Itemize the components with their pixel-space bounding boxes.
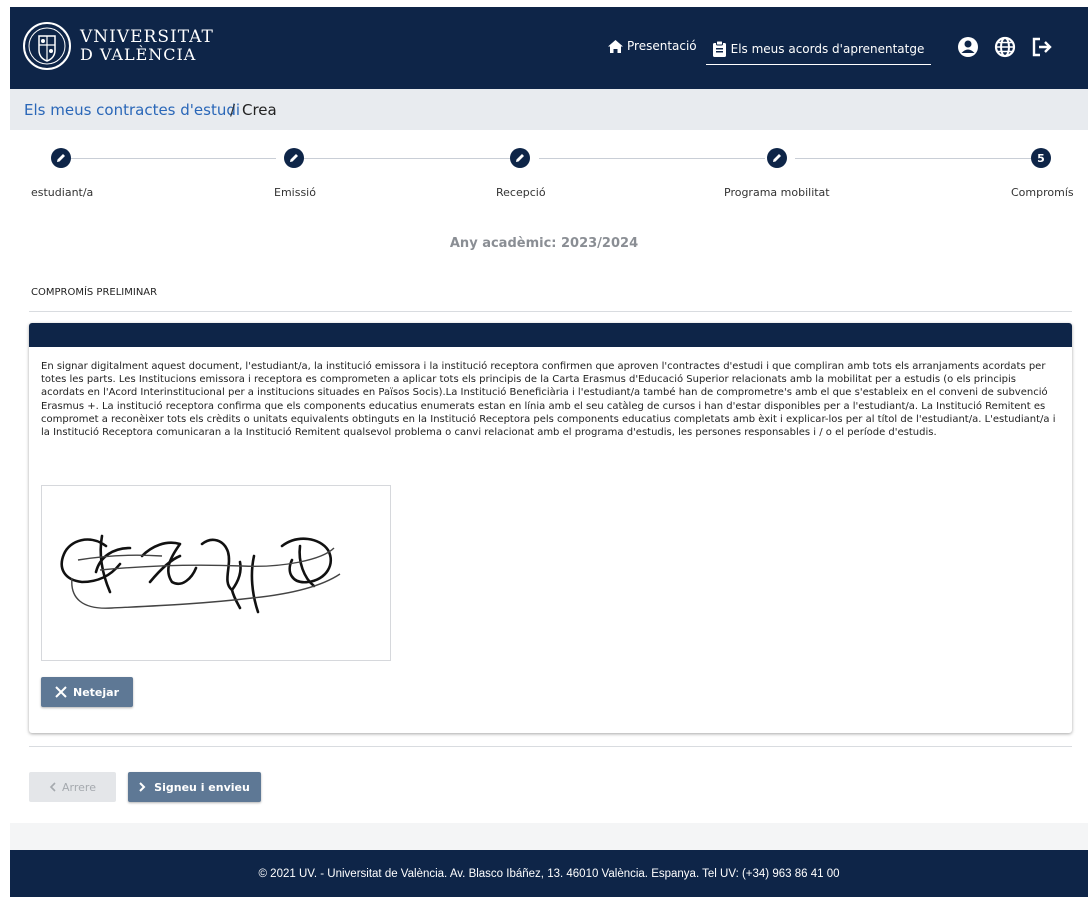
chevron-left-icon — [49, 782, 56, 792]
clear-signature-label: Netejar — [72, 685, 119, 699]
home-icon — [608, 39, 623, 53]
back-button-label: Arrere — [62, 780, 96, 794]
step-1-indicator[interactable] — [51, 148, 71, 168]
user-icon[interactable] — [957, 36, 979, 58]
step-4-indicator[interactable] — [767, 148, 787, 168]
breadcrumb: Els meus contractes d'estudi / Crea — [10, 89, 1088, 130]
chevron-right-icon — [139, 782, 146, 792]
sign-and-send-label: Signeu i envieu — [154, 780, 250, 794]
step-5-indicator[interactable]: 5 — [1031, 148, 1051, 168]
signature-drawing — [60, 534, 341, 614]
top-navbar: VNIVERSITAT D VALÈNCIA Presentació Els m… — [10, 7, 1088, 89]
logo-line-2: D VALÈNCIA — [80, 45, 197, 64]
step-3-label: Recepció — [496, 186, 546, 199]
commitment-text: En signar digitalment aquest document, l… — [41, 361, 1056, 439]
globe-icon[interactable] — [994, 36, 1016, 58]
nav-presentation-label: Presentació — [627, 39, 697, 53]
stepper-connector — [303, 158, 510, 159]
card-header-bar — [29, 323, 1072, 347]
step-2-label: Emissió — [274, 186, 316, 199]
academic-year: Any acadèmic: 2023/2024 — [449, 236, 639, 251]
clipboard-icon — [712, 40, 726, 57]
step-1-label: estudiant/a — [31, 186, 94, 199]
logo-text: VNIVERSITAT D VALÈNCIA — [80, 27, 214, 64]
step-3-indicator[interactable] — [510, 148, 530, 168]
pencil-icon — [57, 154, 65, 162]
footer-text: © 2021 UV. - Universitat de València. Av… — [258, 867, 840, 880]
breadcrumb-link-study-contracts[interactable]: Els meus contractes d'estudi — [24, 101, 240, 119]
page-margin — [0, 0, 10, 897]
university-seal-icon — [23, 22, 71, 70]
section-title: COMPROMÍS PRELIMINAR — [31, 287, 158, 298]
nav-presentation-link[interactable]: Presentació — [608, 39, 697, 53]
stepper-connector — [795, 158, 1031, 159]
sign-and-send-button[interactable]: Signeu i envieu — [128, 772, 261, 802]
pencil-icon — [290, 154, 298, 162]
divider — [29, 746, 1072, 747]
divider — [29, 311, 1072, 312]
logout-icon[interactable] — [1031, 36, 1053, 58]
signature-pad[interactable] — [41, 485, 391, 661]
breadcrumb-separator: / — [230, 101, 236, 119]
stepper-connector — [539, 158, 765, 159]
step-2-indicator[interactable] — [284, 148, 304, 168]
footer: © 2021 UV. - Universitat de València. Av… — [10, 850, 1088, 897]
footer-spacer — [10, 823, 1088, 850]
breadcrumb-current: Crea — [242, 101, 277, 119]
university-logo[interactable]: VNIVERSITAT D VALÈNCIA — [22, 21, 214, 71]
step-4-label: Programa mobilitat — [724, 186, 830, 199]
logo-line-1: VNIVERSITAT — [80, 27, 214, 47]
nav-my-agreements-link[interactable]: Els meus acords d'aprenentatge — [706, 33, 931, 65]
pencil-icon — [773, 154, 781, 162]
commitment-card: En signar digitalment aquest document, l… — [29, 323, 1072, 733]
nav-my-agreements-label: Els meus acords d'aprenentatge — [730, 41, 925, 56]
step-5-label: Compromís — [1011, 186, 1074, 199]
stepper-connector — [58, 158, 276, 159]
step-5-number: 5 — [1037, 151, 1045, 165]
close-icon — [55, 686, 67, 698]
back-button[interactable]: Arrere — [29, 772, 116, 802]
pencil-icon — [516, 154, 524, 162]
clear-signature-button[interactable]: Netejar — [41, 677, 133, 707]
